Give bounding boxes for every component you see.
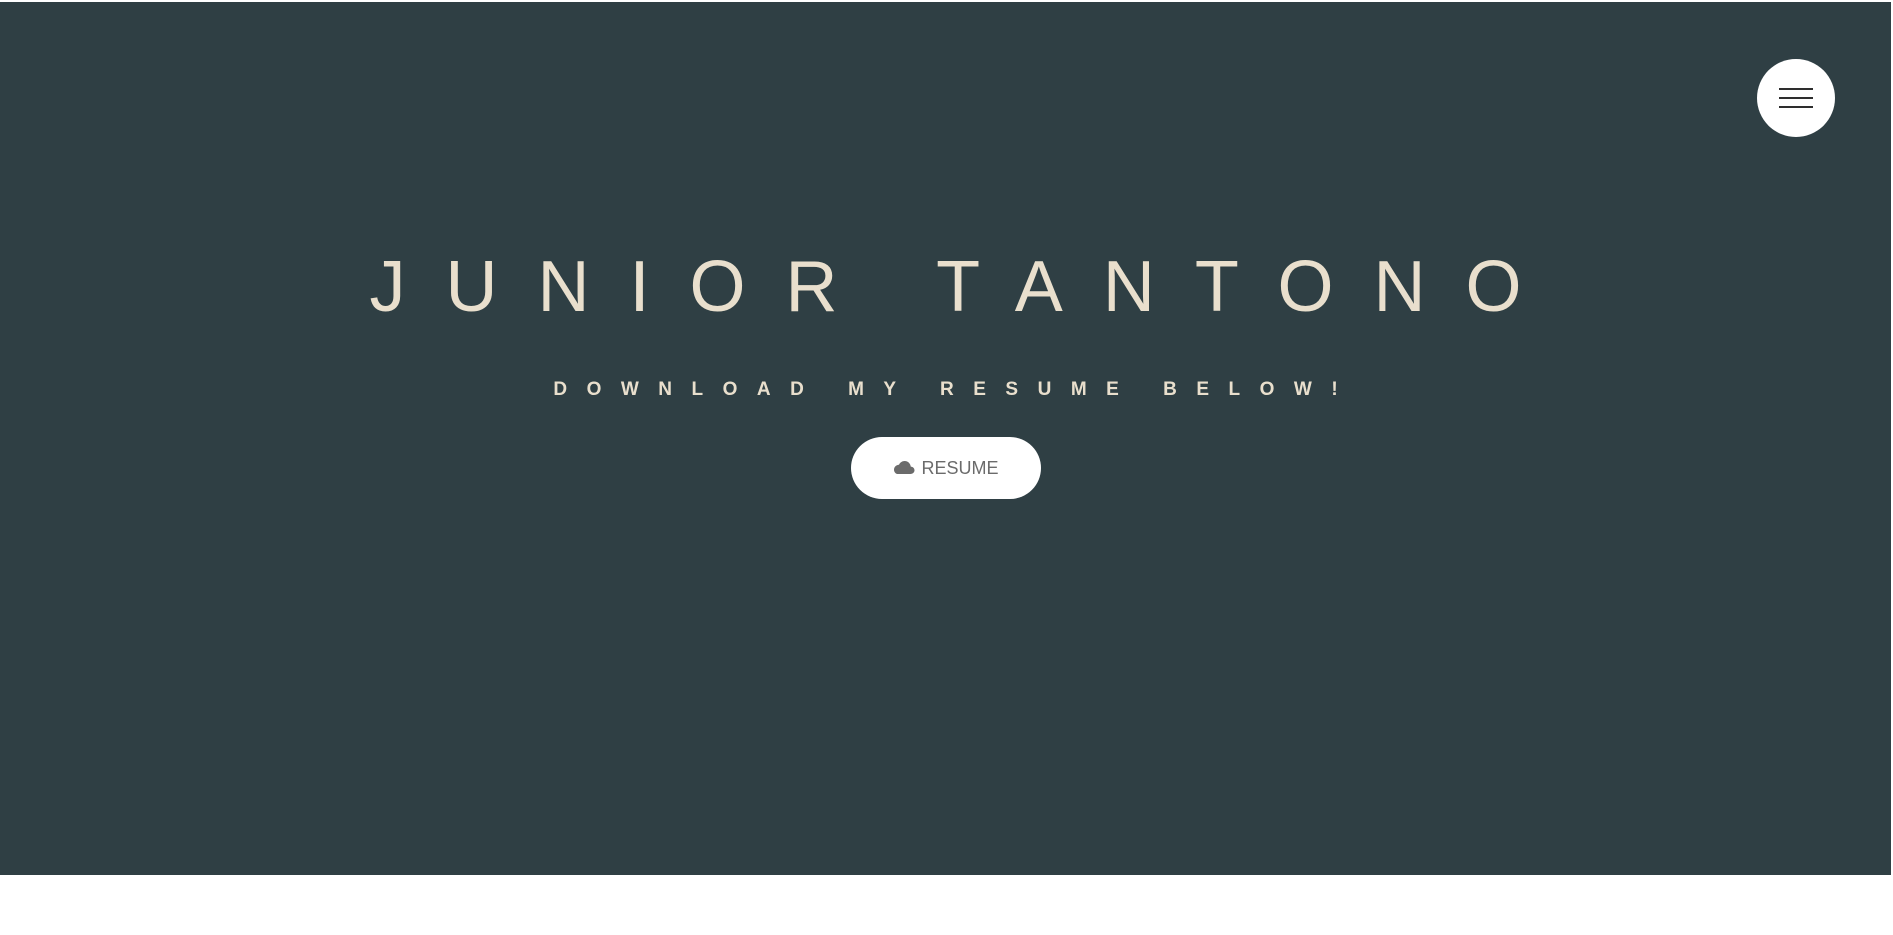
hero-section: JUNIOR TANTONO DOWNLOAD MY RESUME BELOW!… bbox=[0, 2, 1891, 875]
menu-button[interactable] bbox=[1757, 59, 1835, 137]
cloud-icon bbox=[894, 461, 915, 474]
resume-download-button[interactable]: RESUME bbox=[851, 437, 1041, 499]
resume-button-label: RESUME bbox=[921, 458, 999, 478]
hamburger-menu-icon bbox=[1779, 88, 1813, 90]
hamburger-menu-icon-bottom bbox=[1779, 106, 1813, 108]
hamburger-menu-icon-middle bbox=[1779, 97, 1813, 99]
hero-subtitle: DOWNLOAD MY RESUME BELOW! bbox=[553, 379, 1358, 400]
page: JUNIOR TANTONO DOWNLOAD MY RESUME BELOW!… bbox=[0, 0, 1893, 935]
hero-title: JUNIOR TANTONO bbox=[369, 247, 1562, 327]
